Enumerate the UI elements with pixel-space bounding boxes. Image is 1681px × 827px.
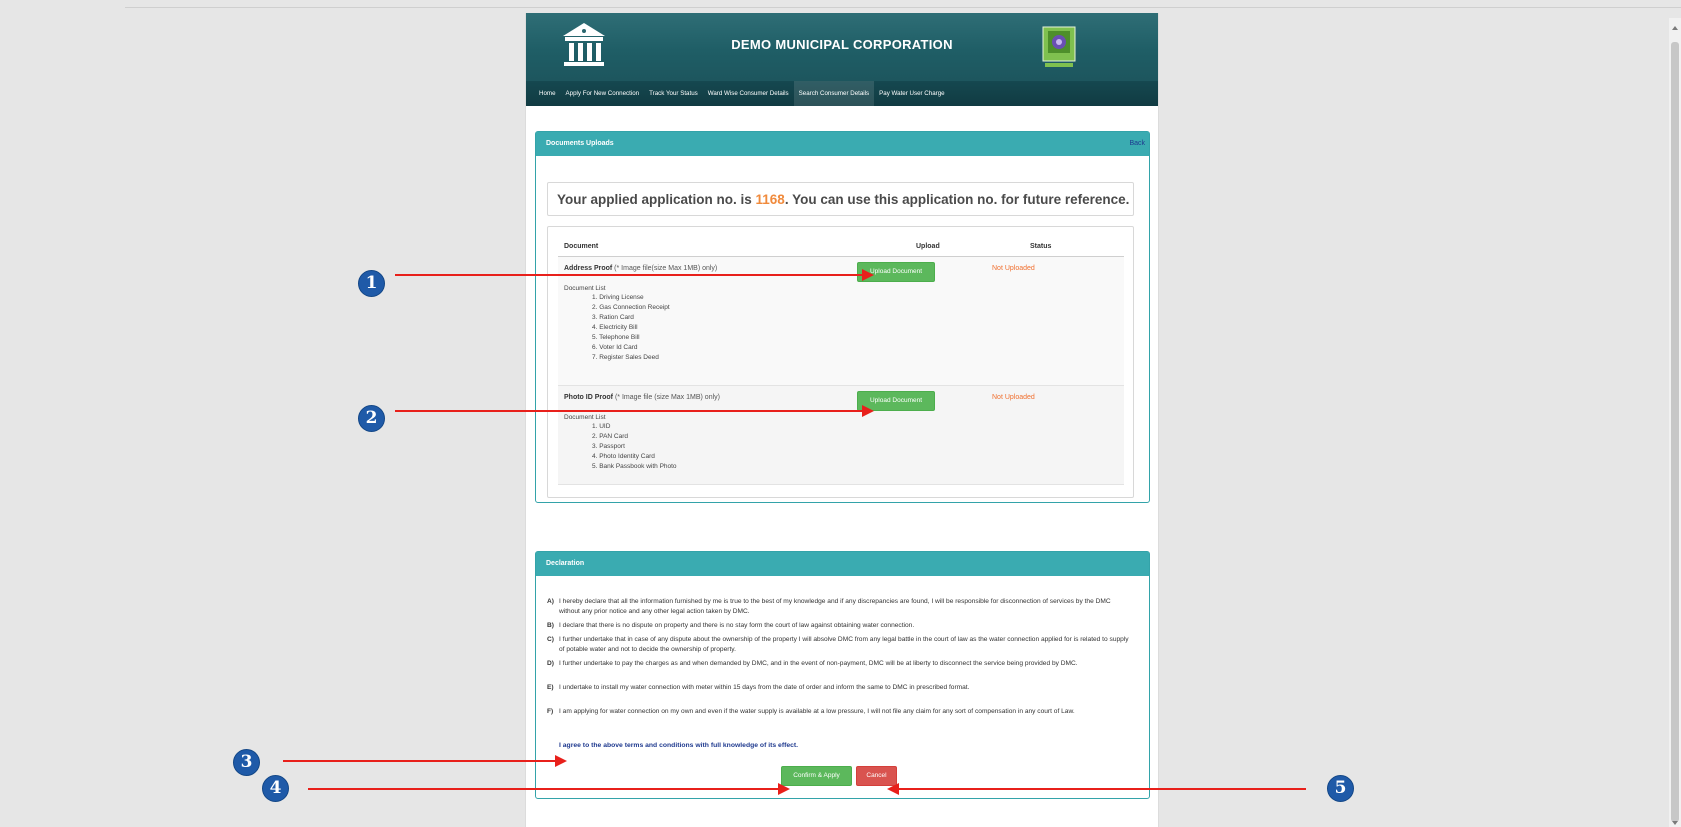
nav-apply-new-connection[interactable]: Apply For New Connection — [561, 81, 645, 106]
documents-panel: Documents Uploads Back Your applied appl… — [535, 131, 1150, 503]
nav-search-consumer-details[interactable]: Search Consumer Details — [793, 81, 875, 106]
status-badge: Not Uploaded — [992, 394, 1035, 401]
documents-panel-title: Documents Uploads — [546, 140, 614, 147]
back-link[interactable]: Back — [1129, 132, 1145, 156]
document-hint: (* Image file(size Max 1MB) only) — [612, 265, 718, 272]
scroll-thumb[interactable] — [1671, 42, 1679, 822]
list-item: 5. Telephone Bill — [592, 334, 640, 341]
table-row: Photo ID Proof (* Image file (size Max 1… — [558, 386, 1124, 485]
page-scrollbar[interactable] — [1669, 18, 1681, 827]
agree-terms-text: I agree to the above terms and condition… — [559, 742, 799, 749]
annotation-badge-2: 2 — [358, 405, 385, 432]
annotation-badge-4: 4 — [262, 775, 289, 802]
list-item: 6. Voter Id Card — [592, 344, 638, 351]
nav-home[interactable]: Home — [534, 81, 561, 106]
documents-table-box: Document Upload Status Address Proof (* … — [547, 226, 1134, 498]
list-item: 4. Electricity Bill — [592, 324, 638, 331]
list-item: 1. Driving License — [592, 294, 644, 301]
document-hint: (* Image file (size Max 1MB) only) — [613, 394, 720, 401]
list-item: 1. UID — [592, 423, 611, 430]
site-header: DEMO MUNICIPAL CORPORATION Home Apply Fo… — [526, 13, 1158, 106]
declaration-panel: Declaration A) I hereby declare that all … — [535, 551, 1150, 799]
document-name: Address Proof (* Image file(size Max 1MB… — [564, 265, 718, 272]
arrow-head-icon — [778, 783, 790, 795]
annotation-badge-3: 3 — [233, 749, 260, 776]
documents-panel-header: Documents Uploads Back — [536, 132, 1149, 156]
table-header: Document Upload Status — [558, 236, 1124, 257]
declaration-panel-header: Declaration — [536, 552, 1149, 576]
list-item: 7. Register Sales Deed — [592, 354, 659, 361]
annotation-arrow-1 — [395, 274, 864, 276]
page-container: DEMO MUNICIPAL CORPORATION Home Apply Fo… — [525, 13, 1159, 827]
column-header-document: Document — [564, 243, 599, 250]
application-message: Your applied application no. is 1168. Yo… — [547, 182, 1134, 216]
document-list: 1. Driving License 2. Gas Connection Rec… — [592, 293, 670, 363]
list-item: 5. Bank Passbook with Photo — [592, 463, 677, 470]
document-list-title: Document List — [564, 414, 606, 421]
top-divider — [125, 7, 1681, 8]
nav-pay-water-user-charge[interactable]: Pay Water User Charge — [874, 81, 949, 106]
nav-track-status[interactable]: Track Your Status — [644, 81, 703, 106]
arrow-head-icon — [555, 755, 567, 767]
declaration-panel-title: Declaration — [546, 560, 585, 567]
main-nav: Home Apply For New Connection Track Your… — [526, 81, 1158, 106]
confirm-apply-button[interactable]: Confirm & Apply — [781, 766, 852, 786]
emblem-seal-icon — [1042, 26, 1076, 67]
list-item: 3. Ration Card — [592, 314, 634, 321]
annotation-arrow-2 — [395, 410, 864, 412]
annotation-arrow-3 — [283, 760, 557, 762]
document-name: Photo ID Proof (* Image file (size Max 1… — [564, 394, 720, 401]
column-header-upload: Upload — [916, 243, 940, 250]
message-suffix: . You can use this application no. for f… — [784, 192, 1130, 207]
list-item: 2. Gas Connection Receipt — [592, 304, 670, 311]
list-item: 3. Passport — [592, 443, 625, 450]
annotation-arrow-4 — [308, 788, 780, 790]
document-list-title: Document List — [564, 285, 606, 292]
list-item: 4. Photo Identity Card — [592, 453, 655, 460]
nav-ward-wise-consumer-details[interactable]: Ward Wise Consumer Details — [703, 81, 794, 106]
arrow-head-icon — [862, 405, 874, 417]
arrow-head-icon — [887, 783, 899, 795]
scroll-down-icon[interactable] — [1672, 821, 1678, 825]
annotation-badge-5: 5 — [1327, 775, 1354, 802]
annotation-arrow-5 — [899, 788, 1306, 790]
scroll-up-icon[interactable] — [1672, 26, 1678, 30]
message-prefix: Your applied application no. is — [557, 192, 756, 207]
column-header-status: Status — [1030, 243, 1052, 250]
list-item: 2. PAN Card — [592, 433, 629, 440]
application-number: 1168 — [755, 192, 785, 207]
arrow-head-icon — [862, 269, 874, 281]
document-list: 1. UID 2. PAN Card 3. Passport 4. Photo … — [592, 422, 677, 472]
table-row: Address Proof (* Image file(size Max 1MB… — [558, 257, 1124, 386]
status-badge: Not Uploaded — [992, 265, 1035, 272]
annotation-badge-1: 1 — [358, 270, 385, 297]
